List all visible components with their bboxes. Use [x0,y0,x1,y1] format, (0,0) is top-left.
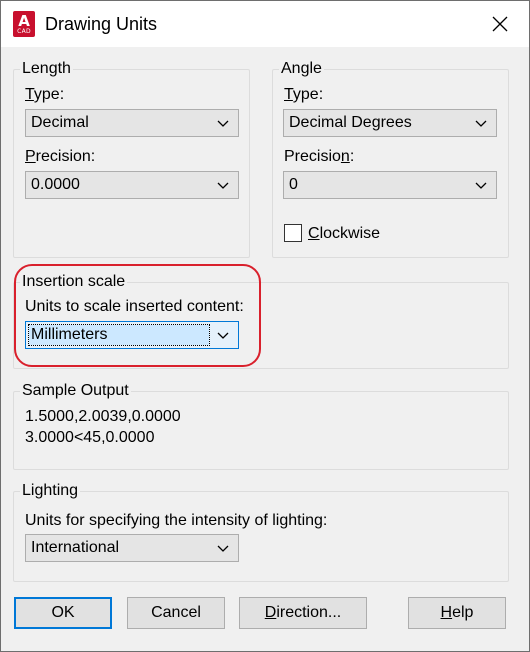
ok-button[interactable]: OK [14,597,112,629]
close-button[interactable] [475,1,525,47]
lighting-legend: Lighting [22,482,79,499]
sample-output-legend: Sample Output [22,382,129,399]
insertion-scale-highlight [14,264,261,367]
length-legend: Length [22,60,71,77]
sample-output-line-2: 3.0000<45,0.0000 [25,429,155,446]
lighting-units-select[interactable]: International [25,534,239,562]
autocad-app-icon: A CAD [13,11,35,37]
angle-type-select[interactable]: Decimal Degrees [283,109,497,137]
window-title: Drawing Units [45,14,158,34]
lighting-group: Lighting [13,482,509,582]
chevron-down-icon [475,182,487,189]
chevron-down-icon [217,545,229,552]
chevron-down-icon [475,120,487,127]
angle-precision-label: Precision: [284,148,355,165]
help-button[interactable]: Help [408,597,506,629]
angle-legend: Angle [281,60,322,77]
angle-precision-select[interactable]: 0 [283,171,497,199]
length-precision-label: Precision: [25,148,96,165]
lighting-units-label: Units for specifying the intensity of li… [25,512,328,529]
chevron-down-icon [217,120,229,127]
sample-output-text: 1.5000,2.0039,0.0000 3.0000<45,0.0000 [25,406,181,448]
length-type-select[interactable]: Decimal [25,109,239,137]
angle-type-label: Type: [284,86,324,103]
length-precision-select[interactable]: 0.0000 [25,171,239,199]
cancel-button[interactable]: Cancel [127,597,225,629]
length-type-label: Type: [25,86,65,103]
close-icon [492,16,508,32]
clockwise-label[interactable]: Clockwise [308,225,380,243]
clockwise-checkbox[interactable] [284,224,302,242]
drawing-units-dialog: A CAD Drawing Units Length Type: Decimal… [0,0,530,652]
title-bar[interactable]: A CAD Drawing Units [1,1,529,47]
sample-output-line-1: 1.5000,2.0039,0.0000 [25,408,181,425]
direction-button[interactable]: Direction... [239,597,367,629]
chevron-down-icon [217,182,229,189]
